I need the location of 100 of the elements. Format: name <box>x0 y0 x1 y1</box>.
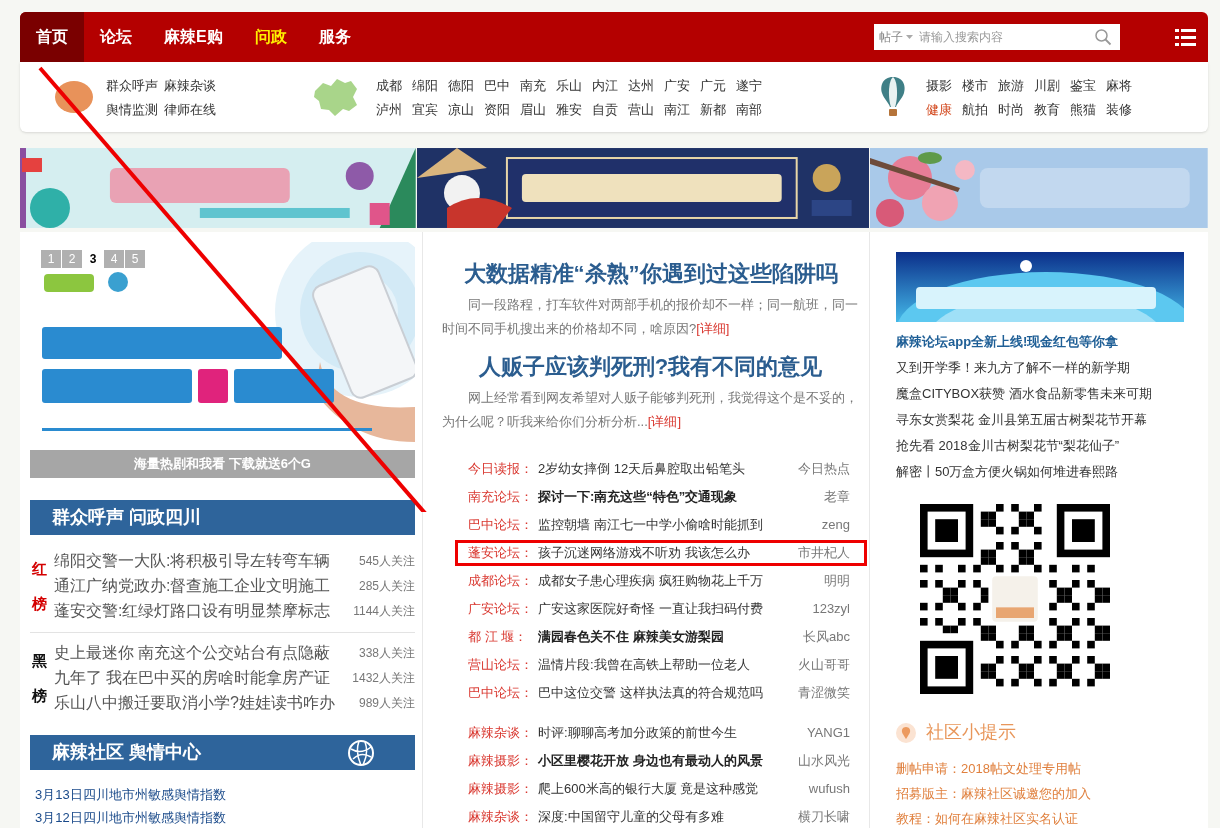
post-title[interactable]: 广安这家医院好奇怪 一直让我扫码付费 <box>538 599 763 619</box>
quick-link[interactable]: 时尚 <box>998 99 1024 119</box>
post-title[interactable]: 探讨一下:南充这些“特色”交通现象 <box>538 487 738 507</box>
sentiment-link[interactable]: 3月12日四川地市州敏感舆情指数 <box>35 806 422 828</box>
quick-link[interactable]: 南江 <box>664 99 690 119</box>
quick-link[interactable]: 教育 <box>1034 99 1060 119</box>
forum-link[interactable]: 麻辣杂谈： <box>468 723 538 743</box>
quick-link[interactable]: 广元 <box>700 75 726 95</box>
post-author[interactable]: 长风abc <box>803 627 850 647</box>
search-scope[interactable]: 帖子 <box>879 28 903 46</box>
post-author[interactable]: 明明 <box>824 571 850 591</box>
search-icon[interactable] <box>1094 28 1112 46</box>
post-author[interactable]: 老章 <box>824 487 850 507</box>
post-author[interactable]: YANG1 <box>806 723 850 743</box>
feature-headline[interactable]: 人贩子应该判死刑?我有不同的意见 <box>442 352 859 382</box>
sentiment-link[interactable]: 3月13日四川地市州敏感舆情指数 <box>35 783 422 806</box>
forum-link[interactable]: 成都论坛： <box>468 571 538 591</box>
post-author[interactable]: 123zyl <box>812 599 850 619</box>
post-author[interactable]: 市井杞人 <box>798 543 850 563</box>
post-author[interactable]: 火山哥哥 <box>798 655 850 675</box>
quick-link[interactable]: 达州 <box>628 75 654 95</box>
post-title[interactable]: 监控朝墙 南江七一中学小偷啥时能抓到 <box>538 515 763 535</box>
quick-link[interactable]: 楼市 <box>962 75 988 95</box>
detail-link[interactable]: [详细] <box>647 414 682 429</box>
nav-tab[interactable]: 首页 <box>20 12 84 62</box>
quick-link[interactable]: 熊猫 <box>1070 99 1096 119</box>
quick-link[interactable]: 麻辣杂谈 <box>164 75 216 95</box>
post-title[interactable]: 满园春色关不住 麻辣美女游梨园 <box>538 627 724 647</box>
quick-link[interactable]: 广安 <box>664 75 690 95</box>
quick-link[interactable]: 律师在线 <box>164 99 216 119</box>
forum-link[interactable]: 南充论坛： <box>468 487 538 507</box>
quick-link[interactable]: 眉山 <box>520 99 546 119</box>
nav-tab[interactable]: 论坛 <box>84 12 148 62</box>
forum-link[interactable]: 麻辣摄影： <box>468 779 538 799</box>
menu-icon[interactable] <box>1175 28 1196 46</box>
nav-tab[interactable]: 服务 <box>302 12 367 62</box>
forum-link[interactable]: 蓬安论坛： <box>468 543 538 563</box>
sidebar-link[interactable]: 抢先看 2018金川古树梨花节“梨花仙子” <box>896 433 1208 459</box>
featured-link[interactable]: 麻辣论坛app全新上线!现金红包等你拿 <box>896 329 1208 355</box>
post-author[interactable]: 横刀长啸 <box>798 807 850 827</box>
nav-tab[interactable]: 麻辣E购 <box>148 12 239 62</box>
post-author[interactable]: 青涩微笑 <box>798 683 850 703</box>
search-field[interactable]: 帖子 请输入搜索内容 <box>874 24 1120 50</box>
post-title[interactable]: 小区里樱花开放 身边也有最动人的风景 <box>538 751 763 771</box>
quick-link[interactable]: 营山 <box>628 99 654 119</box>
board-post-link[interactable]: 九年了 我在巴中买的房啥时能拿房产证 <box>54 665 331 690</box>
quick-link[interactable]: 自贡 <box>592 99 618 119</box>
forum-link[interactable]: 都 江 堰： <box>468 627 538 647</box>
sidebar-link[interactable]: 魔盒CITYBOX获赞 酒水食品新零售未来可期 <box>896 381 1208 407</box>
post-title[interactable]: 2岁幼女摔倒 12天后鼻腔取出铅笔头 <box>538 459 746 479</box>
quick-link[interactable]: 麻将 <box>1106 75 1132 95</box>
post-author[interactable]: 山水风光 <box>798 751 850 771</box>
forum-link[interactable]: 营山论坛： <box>468 655 538 675</box>
quick-link[interactable]: 川剧 <box>1034 75 1060 95</box>
quick-link[interactable]: 鉴宝 <box>1070 75 1096 95</box>
post-title[interactable]: 孩子沉迷网络游戏不听劝 我该怎么办 <box>538 543 750 563</box>
quick-link[interactable]: 装修 <box>1106 99 1132 119</box>
quick-link[interactable]: 旅游 <box>998 75 1024 95</box>
quick-link[interactable]: 南充 <box>520 75 546 95</box>
quick-link[interactable]: 雅安 <box>556 99 582 119</box>
post-title[interactable]: 温情片段:我曾在高铁上帮助一位老人 <box>538 655 750 675</box>
detail-link[interactable]: [详细] <box>696 321 730 336</box>
sidebar-link[interactable]: 解密丨50万盒方便火锅如何堆进春熙路 <box>896 459 1208 485</box>
quick-link[interactable]: 凉山 <box>448 99 474 119</box>
forum-link[interactable]: 麻辣摄影： <box>468 751 538 771</box>
quick-link[interactable]: 德阳 <box>448 75 474 95</box>
board-post-link[interactable]: 通江广纳党政办:督查施工企业文明施工 <box>54 573 331 598</box>
quick-link[interactable]: 群众呼声 <box>106 75 158 95</box>
board-post-link[interactable]: 乐山八中搬迁要取消小学?娃娃读书咋办 <box>54 690 335 715</box>
quick-link[interactable]: 南部 <box>736 99 762 119</box>
quick-link[interactable]: 遂宁 <box>736 75 762 95</box>
quick-link[interactable]: 宜宾 <box>412 99 438 119</box>
quick-link[interactable]: 乐山 <box>556 75 582 95</box>
quick-link[interactable]: 新都 <box>700 99 726 119</box>
board-post-link[interactable]: 蓬安交警:红绿灯路口设有明显禁摩标志 <box>54 598 331 623</box>
forum-link[interactable]: 巴中论坛： <box>468 515 538 535</box>
post-author[interactable]: zeng <box>821 515 850 535</box>
post-title[interactable]: 深度:中国留守儿童的父母有多难 <box>538 807 724 827</box>
quick-link[interactable]: 摄影 <box>926 75 952 95</box>
post-title[interactable]: 成都女子患心理疾病 疯狂购物花上千万 <box>538 571 763 591</box>
sidebar-link[interactable]: 又到开学季！来九方了解不一样的新学期 <box>896 355 1208 381</box>
board-post-link[interactable]: 绵阳交警一大队:将积极引导左转弯车辆 <box>54 548 331 573</box>
quick-link[interactable]: 健康 <box>926 99 952 119</box>
quick-link[interactable]: 绵阳 <box>412 75 438 95</box>
nav-tab[interactable]: 问政 <box>238 12 303 62</box>
post-author[interactable]: wufush <box>808 779 850 799</box>
forum-link[interactable]: 广安论坛： <box>468 599 538 619</box>
post-title[interactable]: 时评:聊聊高考加分政策的前世今生 <box>538 723 737 743</box>
board-post-link[interactable]: 史上最迷你 南充这个公交站台有点隐蔽 <box>54 640 331 665</box>
slide-page-button[interactable]: 3 <box>83 250 103 268</box>
quick-link[interactable]: 舆情监测 <box>106 99 158 119</box>
forum-link[interactable]: 巴中论坛： <box>468 683 538 703</box>
quick-link[interactable]: 巴中 <box>484 75 510 95</box>
post-title[interactable]: 爬上600米高的银行大厦 竟是这种感觉 <box>538 779 759 799</box>
quick-link[interactable]: 成都 <box>376 75 402 95</box>
forum-link[interactable]: 今日读报： <box>468 459 538 479</box>
sidebar-link[interactable]: 寻东女赏梨花 金川县第五届古树梨花节开幕 <box>896 407 1208 433</box>
post-author[interactable]: 今日热点 <box>798 459 850 479</box>
post-title[interactable]: 巴中这位交警 这样执法真的符合规范吗 <box>538 683 763 703</box>
quick-link[interactable]: 资阳 <box>484 99 510 119</box>
